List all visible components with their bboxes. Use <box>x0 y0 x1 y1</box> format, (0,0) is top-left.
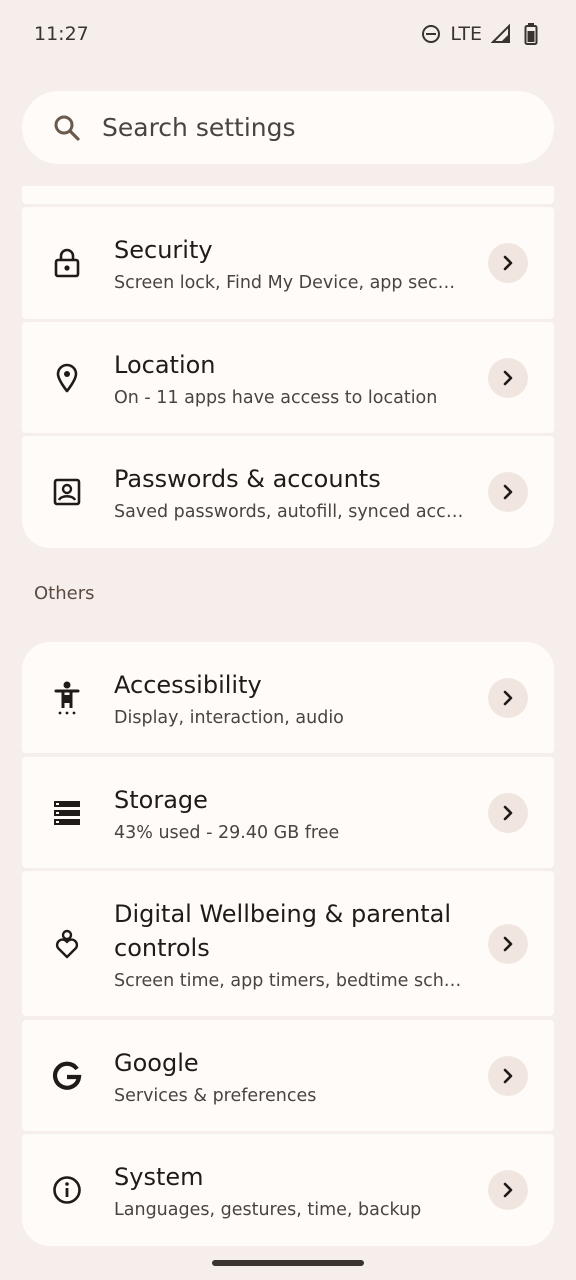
search-placeholder: Search settings <box>102 113 296 142</box>
signal-icon <box>490 23 512 45</box>
chevron-right-icon <box>488 1170 528 1210</box>
item-subtitle: Languages, gestures, time, backup <box>114 1200 422 1220</box>
item-subtitle: Screen time, app timers, bedtime sched..… <box>114 970 466 991</box>
item-title: Location <box>114 350 216 379</box>
accessibility-icon <box>50 681 84 715</box>
item-text: Storage 43% used - 29.40 GB free <box>114 783 466 843</box>
item-subtitle: Services & preferences <box>114 1085 317 1106</box>
chevron-right-icon <box>488 923 528 964</box>
item-text: Accessibility Display, interaction, audi… <box>114 668 466 728</box>
chevron-right-icon <box>488 243 528 283</box>
chevron-right-icon <box>488 677 528 718</box>
section-header-others: Others <box>34 583 95 604</box>
settings-item-location[interactable]: Location On - 11 apps have access to loc… <box>22 322 554 433</box>
item-text: System Languages, gestures, time, backup <box>114 1160 466 1220</box>
item-title: System <box>114 1163 204 1191</box>
partial-card <box>22 186 554 204</box>
item-subtitle: On - 11 apps have access to location <box>114 387 438 408</box>
chevron-right-icon <box>488 357 528 398</box>
item-title: Google <box>114 1048 199 1077</box>
settings-item-google[interactable]: Google Services & preferences <box>22 1020 554 1131</box>
settings-item-accessibility[interactable]: Accessibility Display, interaction, audi… <box>22 642 554 753</box>
lock-icon <box>50 246 84 280</box>
settings-item-digital-wellbeing[interactable]: Digital Wellbeing & parental controls Sc… <box>22 871 554 1016</box>
google-icon <box>50 1059 84 1093</box>
item-title: Storage <box>114 785 208 814</box>
chevron-right-icon <box>488 1055 528 1096</box>
item-title: Accessibility <box>114 670 262 699</box>
account-box-icon <box>50 475 84 509</box>
item-subtitle: Display, interaction, audio <box>114 707 344 728</box>
item-subtitle: Saved passwords, autofill, synced acco..… <box>114 502 466 522</box>
settings-item-system[interactable]: System Languages, gestures, time, backup <box>22 1134 554 1246</box>
battery-icon <box>520 23 542 45</box>
do-not-disturb-icon <box>420 23 442 45</box>
item-title-line1: Digital Wellbeing & parental <box>114 899 452 928</box>
chevron-right-icon <box>488 792 528 833</box>
network-type: LTE <box>450 23 482 45</box>
status-bar: 11:27 LTE <box>0 0 576 68</box>
info-icon <box>50 1173 84 1207</box>
location-pin-icon <box>50 361 84 395</box>
item-text: Passwords & accounts Saved passwords, au… <box>114 462 466 522</box>
item-subtitle: Screen lock, Find My Device, app securit… <box>114 273 466 293</box>
item-text: Digital Wellbeing & parental controls Sc… <box>114 897 466 991</box>
wellbeing-icon <box>50 927 84 961</box>
storage-icon <box>50 796 84 830</box>
settings-item-storage[interactable]: Storage 43% used - 29.40 GB free <box>22 757 554 868</box>
item-text: Location On - 11 apps have access to loc… <box>114 348 466 408</box>
search-icon <box>52 113 82 143</box>
search-bar[interactable]: Search settings <box>22 91 554 164</box>
gesture-navigation-bar[interactable] <box>212 1260 364 1266</box>
status-time: 11:27 <box>34 23 89 45</box>
settings-screen: 11:27 LTE Search settings Security Scree… <box>0 0 576 1280</box>
item-title: Security <box>114 236 213 264</box>
item-text: Google Services & preferences <box>114 1046 466 1106</box>
item-text: Security Screen lock, Find My Device, ap… <box>114 233 466 293</box>
item-title-line2: controls <box>114 933 210 962</box>
chevron-right-icon <box>488 472 528 512</box>
settings-item-passwords-accounts[interactable]: Passwords & accounts Saved passwords, au… <box>22 436 554 548</box>
status-icons: LTE <box>420 23 542 45</box>
item-subtitle: 43% used - 29.40 GB free <box>114 822 340 843</box>
item-title: Passwords & accounts <box>114 465 381 493</box>
settings-item-security[interactable]: Security Screen lock, Find My Device, ap… <box>22 207 554 319</box>
